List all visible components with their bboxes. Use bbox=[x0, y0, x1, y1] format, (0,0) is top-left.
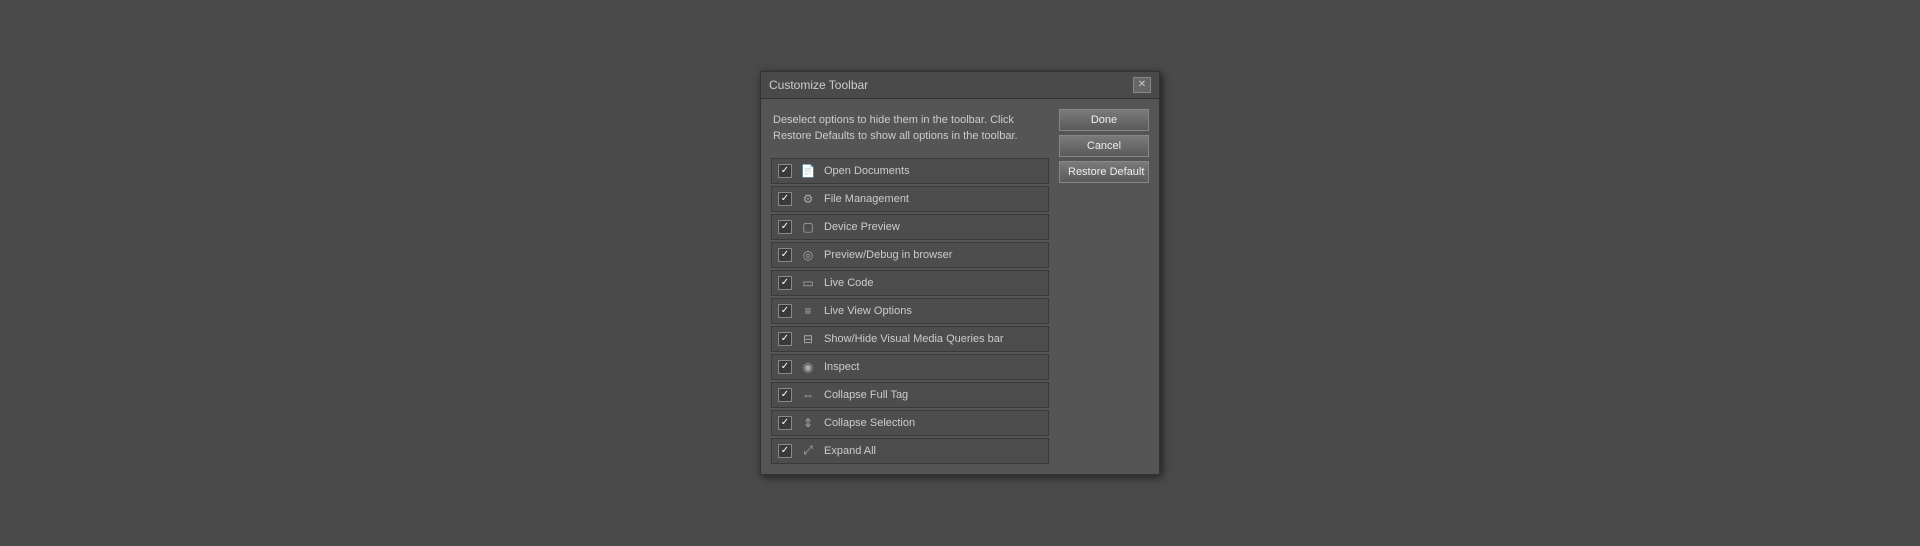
cancel-button[interactable]: Cancel bbox=[1059, 135, 1149, 157]
close-button[interactable]: ✕ bbox=[1133, 77, 1151, 93]
restore-default-button[interactable]: Restore Default bbox=[1059, 161, 1149, 183]
lines-icon: ≡ bbox=[800, 303, 816, 319]
list-item[interactable]: ⇕ Collapse Selection bbox=[771, 410, 1049, 436]
list-item[interactable]: ▭ Live Code bbox=[771, 270, 1049, 296]
collapse-sel-icon: ⇕ bbox=[800, 415, 816, 431]
files-icon: ⚙ bbox=[800, 191, 816, 207]
item-label-live-code: Live Code bbox=[824, 277, 1042, 289]
checkbox-preview-debug[interactable] bbox=[778, 248, 792, 262]
list-item[interactable]: ◎ Preview/Debug in browser bbox=[771, 242, 1049, 268]
item-label-expand-all: Expand All bbox=[824, 445, 1042, 457]
dialog-titlebar: Customize Toolbar ✕ bbox=[761, 72, 1159, 99]
checkbox-show-hide-media[interactable] bbox=[778, 332, 792, 346]
collapse-full-icon: ⇔ bbox=[800, 387, 816, 403]
checkbox-collapse-full[interactable] bbox=[778, 388, 792, 402]
checkbox-live-code[interactable] bbox=[778, 276, 792, 290]
items-list: 📄 Open Documents ⚙ File Management ▢ Device P… bbox=[771, 158, 1049, 464]
checkbox-inspect[interactable] bbox=[778, 360, 792, 374]
item-label-open-docs: Open Documents bbox=[824, 165, 1042, 177]
checkbox-live-view[interactable] bbox=[778, 304, 792, 318]
checkbox-file-mgmt[interactable] bbox=[778, 192, 792, 206]
checkbox-open-docs[interactable] bbox=[778, 164, 792, 178]
list-item[interactable]: ▢ Device Preview bbox=[771, 214, 1049, 240]
list-item[interactable]: 📄 Open Documents bbox=[771, 158, 1049, 184]
done-button[interactable]: Done bbox=[1059, 109, 1149, 131]
inspect-icon: ◉ bbox=[800, 359, 816, 375]
docs-icon: 📄 bbox=[800, 163, 816, 179]
expand-icon: ⤢ bbox=[800, 443, 816, 459]
checkbox-device-preview[interactable] bbox=[778, 220, 792, 234]
customize-toolbar-dialog: Customize Toolbar ✕ Deselect options to … bbox=[760, 71, 1160, 475]
item-label-device-preview: Device Preview bbox=[824, 221, 1042, 233]
item-label-show-hide-media: Show/Hide Visual Media Queries bar bbox=[824, 333, 1042, 345]
description-text: Deselect options to hide them in the too… bbox=[771, 109, 1049, 148]
checkbox-collapse-sel[interactable] bbox=[778, 416, 792, 430]
item-label-preview-debug: Preview/Debug in browser bbox=[824, 249, 1042, 261]
item-label-collapse-full: Collapse Full Tag bbox=[824, 389, 1042, 401]
list-item[interactable]: ◉ Inspect bbox=[771, 354, 1049, 380]
item-label-collapse-sel: Collapse Selection bbox=[824, 417, 1042, 429]
list-item[interactable]: ⊟ Show/Hide Visual Media Queries bar bbox=[771, 326, 1049, 352]
right-panel: Done Cancel Restore Default bbox=[1059, 109, 1149, 464]
list-item[interactable]: ⚙ File Management bbox=[771, 186, 1049, 212]
item-label-inspect: Inspect bbox=[824, 361, 1042, 373]
dialog-body: Deselect options to hide them in the too… bbox=[761, 99, 1159, 474]
device-icon: ▢ bbox=[800, 219, 816, 235]
checkbox-expand-all[interactable] bbox=[778, 444, 792, 458]
globe-icon: ◎ bbox=[800, 247, 816, 263]
list-item[interactable]: ≡ Live View Options bbox=[771, 298, 1049, 324]
media-icon: ⊟ bbox=[800, 331, 816, 347]
code-icon: ▭ bbox=[800, 275, 816, 291]
dialog-title: Customize Toolbar bbox=[769, 78, 868, 92]
item-label-live-view: Live View Options bbox=[824, 305, 1042, 317]
left-panel: Deselect options to hide them in the too… bbox=[771, 109, 1049, 464]
item-label-file-mgmt: File Management bbox=[824, 193, 1042, 205]
list-item[interactable]: ⇔ Collapse Full Tag bbox=[771, 382, 1049, 408]
list-item[interactable]: ⤢ Expand All bbox=[771, 438, 1049, 464]
